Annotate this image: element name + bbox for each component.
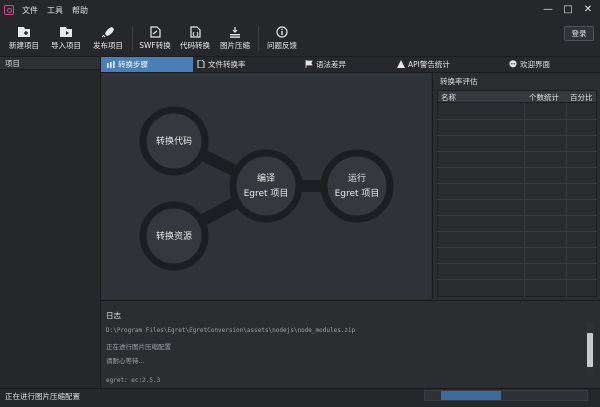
title-bar: [0, 0, 600, 22]
swf-convert-icon: [150, 26, 161, 38]
tab-label: 语法差异: [316, 60, 346, 69]
log-line: D:\Program Files\Egret\EgretConversion\a…: [106, 327, 356, 334]
table-row: [437, 263, 597, 264]
chat-icon: [509, 60, 517, 68]
import-project-icon: [60, 27, 72, 37]
table-column-divider: [524, 103, 525, 297]
node-run-egret[interactable]: 运行 Egret 项目: [320, 149, 394, 223]
project-panel-title: 项目: [0, 57, 100, 70]
table-row: [437, 183, 597, 184]
log-version: egret: ec:2.5.3: [106, 377, 161, 384]
tab-label: 转换步骤: [118, 60, 148, 69]
node-compile-egret[interactable]: 编译 Egret 项目: [229, 149, 303, 223]
info-icon: [276, 26, 288, 38]
table-row: [437, 119, 597, 120]
code-convert-button[interactable]: 代码转换: [177, 24, 213, 54]
image-compress-icon: [230, 27, 240, 38]
close-button[interactable]: ✕: [581, 3, 595, 17]
swf-convert-button[interactable]: SWF转换: [137, 24, 173, 54]
table-row: [437, 151, 597, 152]
log-panel: [101, 300, 600, 389]
tab-file-conversion-rate[interactable]: 文件转换率: [197, 57, 246, 72]
table-row: [437, 199, 597, 200]
steps-flow-chart: 转换代码 转换资源 编译 Egret 项目 运行 Egret 项目: [139, 106, 394, 271]
import-project-label: 导入项目: [51, 41, 81, 50]
login-button[interactable]: 登录: [564, 26, 594, 41]
conversion-steps-diagram: 转换代码 转换资源 编译 Egret 项目 运行 Egret 项目: [101, 73, 431, 299]
log-scrollbar-thumb[interactable]: [587, 333, 593, 367]
warning-icon: [397, 60, 405, 68]
node-compile-label-1: 编译: [257, 172, 275, 184]
import-project-button[interactable]: 导入项目: [48, 24, 84, 54]
table-row: [437, 231, 597, 232]
column-header-name[interactable]: 名称: [441, 92, 456, 103]
feedback-button[interactable]: 问题反馈: [264, 24, 300, 54]
tab-label: 文件转换率: [208, 60, 246, 69]
feedback-label: 问题反馈: [267, 41, 297, 50]
node-convert-resources[interactable]: 转换资源: [139, 201, 209, 271]
table-row: [437, 215, 597, 216]
menu-file[interactable]: 文件: [22, 5, 38, 16]
table-row: [437, 135, 597, 136]
stats-table-body: [437, 103, 597, 297]
column-header-count[interactable]: 个数统计: [529, 92, 559, 103]
app-logo-icon: [4, 5, 14, 15]
new-project-label: 新建项目: [9, 41, 39, 50]
tab-label: API警告统计: [408, 60, 450, 69]
log-title: 日志: [106, 311, 121, 320]
table-row: [437, 247, 597, 248]
node-run-label-2: Egret 项目: [335, 188, 380, 199]
table-column-divider: [566, 103, 567, 297]
table-row: [437, 167, 597, 168]
table-row: [437, 279, 597, 280]
tab-conversion-steps[interactable]: 转换步骤: [101, 57, 193, 72]
log-line: 请耐心等待...: [106, 357, 145, 365]
log-line: 正在进行图片压缩配置: [106, 343, 171, 351]
swf-convert-label: SWF转换: [139, 41, 171, 50]
node-convert-code[interactable]: 转换代码: [139, 106, 209, 176]
flag-icon: [305, 60, 313, 68]
maximize-button[interactable]: □: [561, 3, 575, 17]
node-convert-code-label: 转换代码: [156, 135, 192, 147]
tab-api-warnings[interactable]: API警告统计: [397, 57, 450, 72]
tab-syntax-diff[interactable]: 语法差异: [305, 57, 346, 72]
node-compile-label-2: Egret 项目: [244, 188, 289, 199]
code-convert-label: 代码转换: [180, 41, 210, 50]
publish-project-label: 发布项目: [93, 41, 123, 50]
image-compress-button[interactable]: 图片压缩: [217, 24, 253, 54]
minimize-button[interactable]: —: [541, 3, 555, 17]
new-project-button[interactable]: 新建项目: [6, 24, 42, 54]
menu-tools[interactable]: 工具: [47, 5, 63, 16]
new-project-icon: [18, 27, 30, 37]
publish-project-button[interactable]: 发布项目: [90, 24, 126, 54]
image-compress-label: 图片压缩: [220, 41, 250, 50]
column-header-percent[interactable]: 百分比: [570, 92, 594, 103]
progress-bar-fill: [441, 391, 501, 400]
publish-rocket-icon: [101, 27, 114, 38]
tab-label: 欢迎界面: [520, 60, 550, 69]
node-convert-resources-label: 转换资源: [156, 230, 192, 242]
menu-help[interactable]: 帮助: [72, 5, 88, 16]
project-panel: [0, 57, 101, 388]
toolbar-divider: [132, 26, 133, 50]
node-run-label-1: 运行: [348, 172, 366, 184]
tab-welcome[interactable]: 欢迎界面: [509, 57, 550, 72]
document-icon: [197, 60, 205, 68]
status-text: 正在进行图片压缩配置: [5, 392, 80, 401]
conversion-rate-title: 转换率评估: [440, 77, 478, 86]
code-convert-icon: [190, 26, 201, 38]
toolbar-divider: [258, 26, 259, 50]
steps-icon: [107, 61, 115, 68]
